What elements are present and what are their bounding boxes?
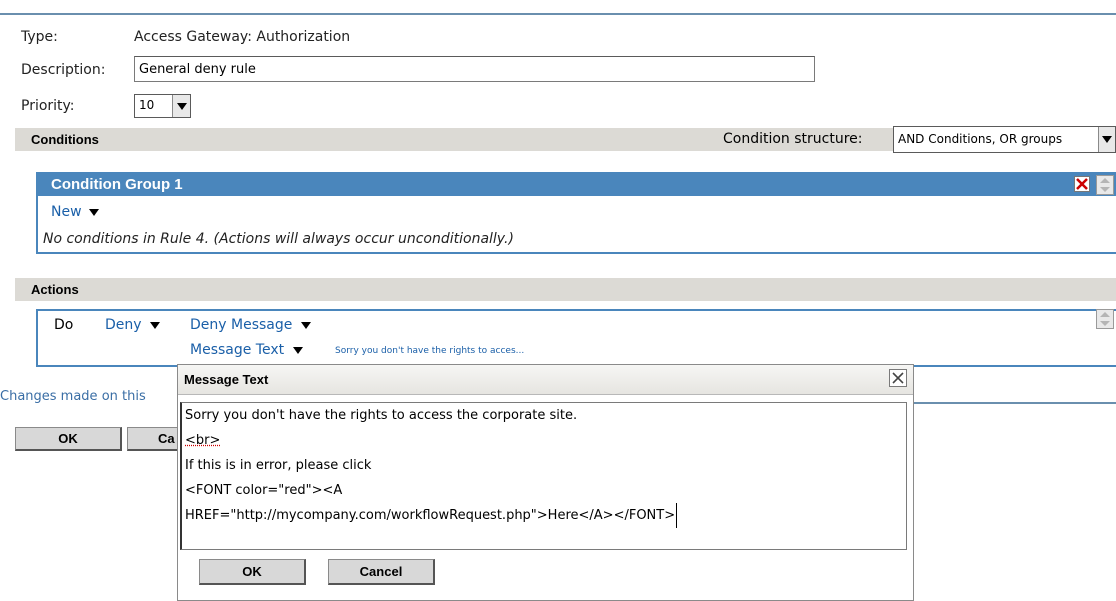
conditions-title: Conditions bbox=[31, 132, 99, 147]
dialog-header: Message Text bbox=[178, 365, 913, 395]
message-line: <FONT color="red"><A bbox=[185, 478, 903, 503]
message-text-label: Message Text bbox=[190, 342, 284, 358]
delete-x-icon[interactable] bbox=[1074, 176, 1090, 192]
changes-notice: Changes made on this bbox=[0, 389, 146, 404]
top-divider bbox=[0, 13, 1116, 15]
ok-button[interactable]: OK bbox=[15, 427, 122, 451]
chevron-down-icon[interactable] bbox=[1098, 127, 1115, 152]
dialog-title: Message Text bbox=[184, 372, 268, 387]
chevron-down-icon bbox=[301, 322, 311, 329]
dialog-cancel-label: Cancel bbox=[360, 564, 403, 579]
message-line: HREF="http://mycompany.com/workflowReque… bbox=[185, 503, 677, 528]
priority-value: 10 bbox=[139, 98, 154, 112]
message-line: Sorry you don't have the rights to acces… bbox=[185, 403, 903, 428]
condition-structure-value: AND Conditions, OR groups bbox=[898, 132, 1062, 146]
condition-group-title: Condition Group 1 bbox=[51, 176, 183, 193]
ok-button-label: OK bbox=[58, 431, 78, 446]
deny-message-label: Deny Message bbox=[190, 317, 292, 333]
chevron-down-icon bbox=[293, 347, 303, 354]
deny-message-menu[interactable]: Deny Message bbox=[190, 317, 311, 333]
priority-label: Priority: bbox=[21, 98, 75, 114]
description-label: Description: bbox=[21, 62, 105, 78]
no-conditions-message: No conditions in Rule 4. (Actions will a… bbox=[43, 231, 514, 247]
chevron-down-icon[interactable] bbox=[172, 95, 190, 117]
new-condition-label: New bbox=[51, 204, 82, 220]
up-down-arrows-icon[interactable] bbox=[1096, 309, 1114, 333]
message-textarea[interactable]: Sorry you don't have the rights to acces… bbox=[180, 402, 907, 550]
message-text-dialog: Message Text Sorry you don't have the ri… bbox=[177, 364, 914, 601]
cancel-button-label: Ca bbox=[158, 431, 175, 446]
message-preview-link[interactable]: Sorry you don't have the rights to acces… bbox=[335, 346, 524, 356]
condition-group-header: Condition Group 1 bbox=[38, 174, 1116, 196]
deny-action-menu[interactable]: Deny bbox=[105, 317, 160, 333]
condition-structure-label: Condition structure: bbox=[723, 131, 863, 147]
actions-title: Actions bbox=[31, 282, 79, 297]
type-label: Type: bbox=[21, 29, 58, 45]
condition-group: Condition Group 1 New No conditions in R… bbox=[36, 172, 1116, 254]
condition-structure-select[interactable]: AND Conditions, OR groups bbox=[893, 126, 1116, 153]
chevron-down-icon bbox=[150, 322, 160, 329]
deny-label: Deny bbox=[105, 317, 142, 333]
message-line: If this is in error, please click bbox=[185, 453, 903, 478]
type-value: Access Gateway: Authorization bbox=[134, 29, 350, 45]
dialog-ok-button[interactable]: OK bbox=[199, 559, 306, 585]
chevron-down-icon bbox=[89, 209, 99, 216]
actions-section-bar: Actions bbox=[15, 278, 1116, 301]
up-down-arrows-icon[interactable] bbox=[1096, 175, 1114, 199]
dialog-cancel-button[interactable]: Cancel bbox=[328, 559, 435, 585]
do-label: Do bbox=[54, 317, 73, 333]
actions-box: Do Deny Deny Message Message Text Sorry … bbox=[36, 309, 1116, 367]
priority-select[interactable]: 10 bbox=[134, 94, 191, 118]
new-condition-menu[interactable]: New bbox=[51, 204, 99, 220]
description-input[interactable] bbox=[134, 56, 815, 82]
message-text-menu[interactable]: Message Text bbox=[190, 342, 303, 358]
close-icon[interactable] bbox=[889, 369, 907, 387]
dialog-ok-label: OK bbox=[242, 564, 262, 579]
message-line: <br> bbox=[185, 428, 903, 453]
